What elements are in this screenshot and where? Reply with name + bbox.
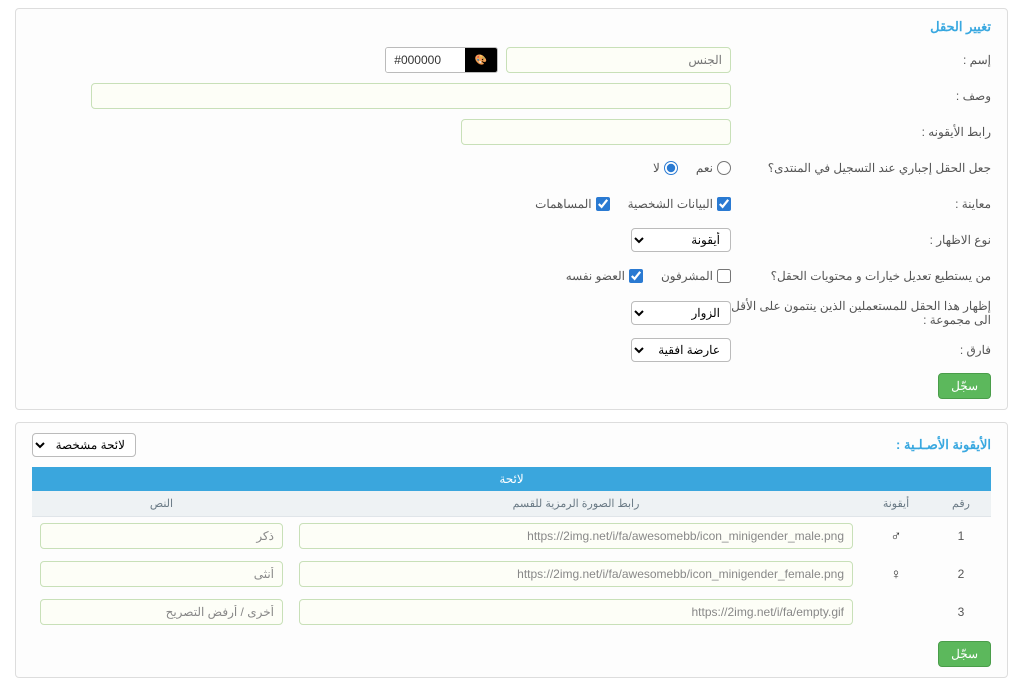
radio-yes[interactable]: نعم	[696, 161, 731, 175]
col-num: رقم	[931, 491, 991, 517]
col-icon: أيقونة	[861, 491, 931, 517]
table-row: 3	[32, 593, 991, 631]
required-radio-group: نعم لا	[653, 161, 731, 175]
check-posts[interactable]: المساهمات	[535, 197, 610, 211]
list-type-select[interactable]: لائحة مشخصة	[32, 433, 136, 457]
label-group: إظهار هذا الحقل للمستعملين الذين ينتمون …	[731, 299, 991, 327]
palette-icon: 🎨	[465, 48, 497, 72]
original-icon-panel: الأيقونة الأصـلـية : لائحة مشخصة لائحة ر…	[15, 422, 1008, 678]
radio-no-input[interactable]	[664, 161, 678, 175]
label-display-type: نوع الاظهار :	[731, 233, 991, 247]
check-posts-input[interactable]	[596, 197, 610, 211]
label-preview: معاينة :	[731, 197, 991, 211]
check-moderators-input[interactable]	[717, 269, 731, 283]
table-caption: لائحة	[32, 467, 991, 491]
label-desc: وصف :	[731, 89, 991, 103]
check-member-self[interactable]: العضو نفسه	[566, 269, 643, 283]
radio-no[interactable]: لا	[653, 161, 678, 175]
table-row: 1♂	[32, 517, 991, 555]
check-member-self-input[interactable]	[629, 269, 643, 283]
color-value: #000000	[386, 48, 465, 72]
row-text-input[interactable]	[40, 523, 283, 549]
row-url-input[interactable]	[299, 561, 853, 587]
edit-check-group: المشرفون العضو نفسه	[566, 269, 731, 283]
row-text-input[interactable]	[40, 561, 283, 587]
change-field-panel: تغيير الحقل إسم : 🎨 #000000 وصف : رابط ا…	[15, 8, 1008, 410]
icon-url-input[interactable]	[461, 119, 731, 145]
label-separator: فارق :	[731, 343, 991, 357]
row-url-input[interactable]	[299, 523, 853, 549]
row-num: 2	[931, 555, 991, 593]
row-num: 1	[931, 517, 991, 555]
panel2-title: الأيقونة الأصـلـية :	[896, 437, 991, 453]
check-moderators[interactable]: المشرفون	[661, 269, 731, 283]
row-url-input[interactable]	[299, 599, 853, 625]
label-who-can-edit: من يستطيع تعديل خيارات و محتويات الحقل؟	[731, 269, 991, 283]
save-button[interactable]: سجّل	[938, 373, 991, 399]
row-text-input[interactable]	[40, 599, 283, 625]
label-icon-url: رابط الأيقونه :	[731, 125, 991, 139]
separator-select[interactable]: عارضة افقية	[631, 338, 731, 362]
group-select[interactable]: الزوار	[631, 301, 731, 325]
label-name: إسم :	[731, 53, 991, 67]
name-input[interactable]	[506, 47, 731, 73]
desc-input[interactable]	[91, 83, 731, 109]
gender-icon: ♀	[890, 566, 901, 583]
table-row: 2♀	[32, 555, 991, 593]
panel-title: تغيير الحقل	[32, 19, 991, 35]
save-button-2[interactable]: سجّل	[938, 641, 991, 667]
gender-icon: ♂	[890, 528, 901, 545]
radio-yes-input[interactable]	[717, 161, 731, 175]
row-num: 3	[931, 593, 991, 631]
col-url: رابط الصورة الرمزية للقسم	[291, 491, 861, 517]
preview-check-group: البيانات الشخصية المساهمات	[535, 197, 731, 211]
check-personal-data-input[interactable]	[717, 197, 731, 211]
col-text: النص	[32, 491, 291, 517]
color-picker[interactable]: 🎨 #000000	[385, 47, 498, 73]
label-required: جعل الحقل إجباري عند التسجيل في المنتدى؟	[731, 161, 991, 175]
icon-table: لائحة رقم أيقونة رابط الصورة الرمزية للق…	[32, 467, 991, 631]
display-type-select[interactable]: أيقونة	[631, 228, 731, 252]
check-personal-data[interactable]: البيانات الشخصية	[628, 197, 731, 211]
